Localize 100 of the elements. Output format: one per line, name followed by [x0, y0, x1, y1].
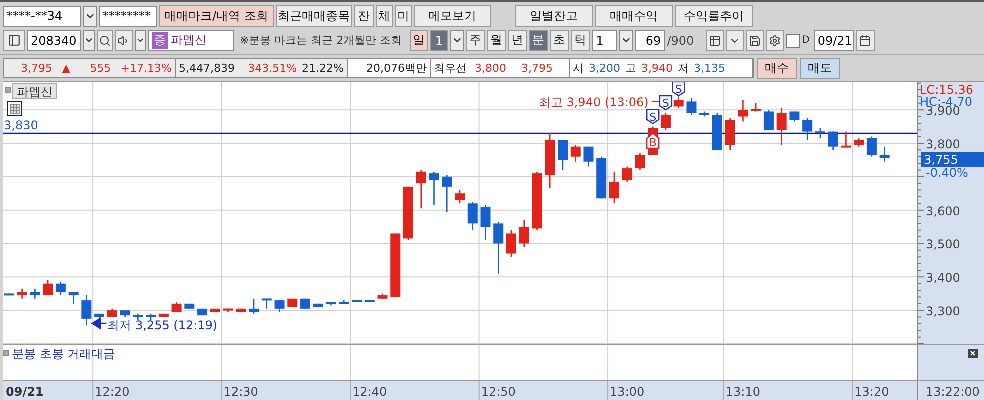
candlestick: [68, 292, 79, 304]
report-button[interactable]: 수익률추이: [675, 5, 753, 28]
current-price-badge: 3,755: [921, 152, 984, 167]
save-icon[interactable]: [746, 30, 764, 52]
candlestick: [660, 113, 671, 130]
candlestick: [429, 172, 440, 206]
close-icon[interactable]: [968, 349, 978, 358]
candlestick: [802, 118, 813, 140]
high-annotation: 최고 3,940 (13:06): [538, 96, 649, 110]
candlestick: [236, 308, 246, 312]
toolbar-button[interactable]: 체: [376, 5, 393, 28]
sell-marker: S: [672, 82, 686, 97]
period-count-field[interactable]: 1: [430, 30, 448, 52]
candlestick: [635, 154, 646, 170]
candlestick: [468, 202, 478, 230]
candlestick: [390, 234, 401, 298]
dropdown-button[interactable]: [450, 30, 464, 52]
period-tab[interactable]: 틱: [571, 30, 590, 52]
axis-label: 3,800: [926, 138, 960, 152]
bar-count-field[interactable]: 69: [635, 30, 666, 52]
stock-code-field[interactable]: 208340: [27, 30, 81, 52]
chart-date: 09/21: [6, 385, 44, 399]
note-text: ※분봉 마크는 최근 2개월만 조회: [240, 33, 402, 48]
toolbar-button[interactable]: 미: [395, 5, 412, 28]
turnover-rate: 21.22%: [302, 62, 344, 75]
table-icon[interactable]: [8, 102, 22, 116]
candlestick: [146, 314, 156, 321]
toolbar-button[interactable]: 메모보기: [414, 5, 491, 28]
candlestick: [700, 112, 710, 117]
price-change: 555: [90, 62, 112, 75]
period-tab[interactable]: 주: [466, 30, 486, 52]
best-bid: 3,795: [522, 62, 553, 75]
dropdown-button[interactable]: [83, 30, 95, 52]
axis-label: 3,600: [926, 204, 960, 218]
time-label: 13:10: [726, 385, 760, 399]
interval-field[interactable]: 1: [592, 30, 618, 52]
trade-amount: 20,076백만: [366, 60, 427, 76]
speaker-icon[interactable]: [115, 30, 133, 52]
legend-button[interactable]: 파멥신: [12, 84, 58, 100]
candlestick: [339, 300, 350, 304]
time-label: 12:40: [352, 385, 388, 399]
high-price: 3,940: [642, 62, 673, 75]
dropdown-button[interactable]: [619, 30, 634, 52]
stock-name-field[interactable]: 증 파멥신: [148, 30, 234, 52]
candlestick: [288, 298, 298, 308]
candlestick: [30, 288, 40, 299]
password-field[interactable]: ********: [99, 6, 157, 27]
dropdown-button[interactable]: [135, 30, 146, 52]
time-label: 12:50: [481, 385, 516, 399]
candlestick: [120, 310, 130, 318]
candlestick: [506, 230, 516, 258]
sell-button[interactable]: 매도: [800, 58, 840, 79]
period-tab[interactable]: 분: [529, 30, 548, 52]
candlestick: [82, 296, 92, 326]
dropdown-button[interactable]: [83, 6, 97, 27]
candlestick: [300, 298, 311, 309]
candlestick: [313, 304, 324, 308]
price-change: -0.40%: [926, 166, 968, 180]
volume-ratio: 343.51%: [248, 62, 298, 75]
time-label: 13:20: [854, 385, 890, 399]
period-unit-button[interactable]: 일: [410, 30, 428, 52]
report-button[interactable]: 일별잔고: [515, 5, 593, 28]
candlestick: [570, 145, 581, 162]
low-annotation: 최저 3,255 (12:19): [108, 318, 218, 333]
toolbar-button[interactable]: 잔: [354, 5, 374, 28]
time-label: 12:30: [224, 385, 258, 399]
settings-icon[interactable]: [766, 30, 784, 52]
sell-marker: S: [659, 95, 673, 111]
stock-name: 파멥신: [171, 32, 207, 50]
bar-total: /900: [667, 34, 694, 48]
candlestick: [262, 298, 272, 309]
period-tab[interactable]: 초: [550, 30, 570, 52]
checkbox-label: D: [802, 35, 810, 46]
candlestick: [519, 220, 530, 248]
calendar-icon[interactable]: [856, 30, 875, 52]
candlestick: [790, 112, 800, 122]
date-field[interactable]: 09/21: [814, 30, 854, 52]
candlestick: [249, 298, 260, 314]
period-tab[interactable]: 월: [487, 30, 506, 52]
toolbar-button[interactable]: 최근매매종목: [276, 5, 352, 28]
candlestick: [43, 280, 54, 296]
time-label: 12:20: [95, 385, 130, 399]
candlestick: [94, 314, 105, 319]
panel-icon[interactable]: [3, 30, 25, 52]
axis-label: 3,500: [926, 238, 960, 252]
toolbar-button[interactable]: 매매마크/내역 조회: [159, 5, 274, 28]
up-arrow: ▲: [62, 62, 71, 75]
period-tab[interactable]: 년: [508, 30, 528, 52]
candlestick: [828, 132, 838, 150]
report-button[interactable]: 매매수익: [595, 5, 673, 28]
search-icon[interactable]: [97, 30, 113, 52]
checkbox[interactable]: [786, 34, 800, 48]
open-price: 3,200: [589, 62, 620, 75]
candlestick: [532, 172, 542, 230]
candlestick: [223, 308, 234, 312]
legend-square-icon: [6, 88, 12, 94]
candlestick: [686, 98, 697, 116]
candlestick: [494, 222, 504, 274]
account-field[interactable]: ****-**34: [3, 6, 81, 27]
buy-button[interactable]: 매수: [757, 58, 797, 79]
